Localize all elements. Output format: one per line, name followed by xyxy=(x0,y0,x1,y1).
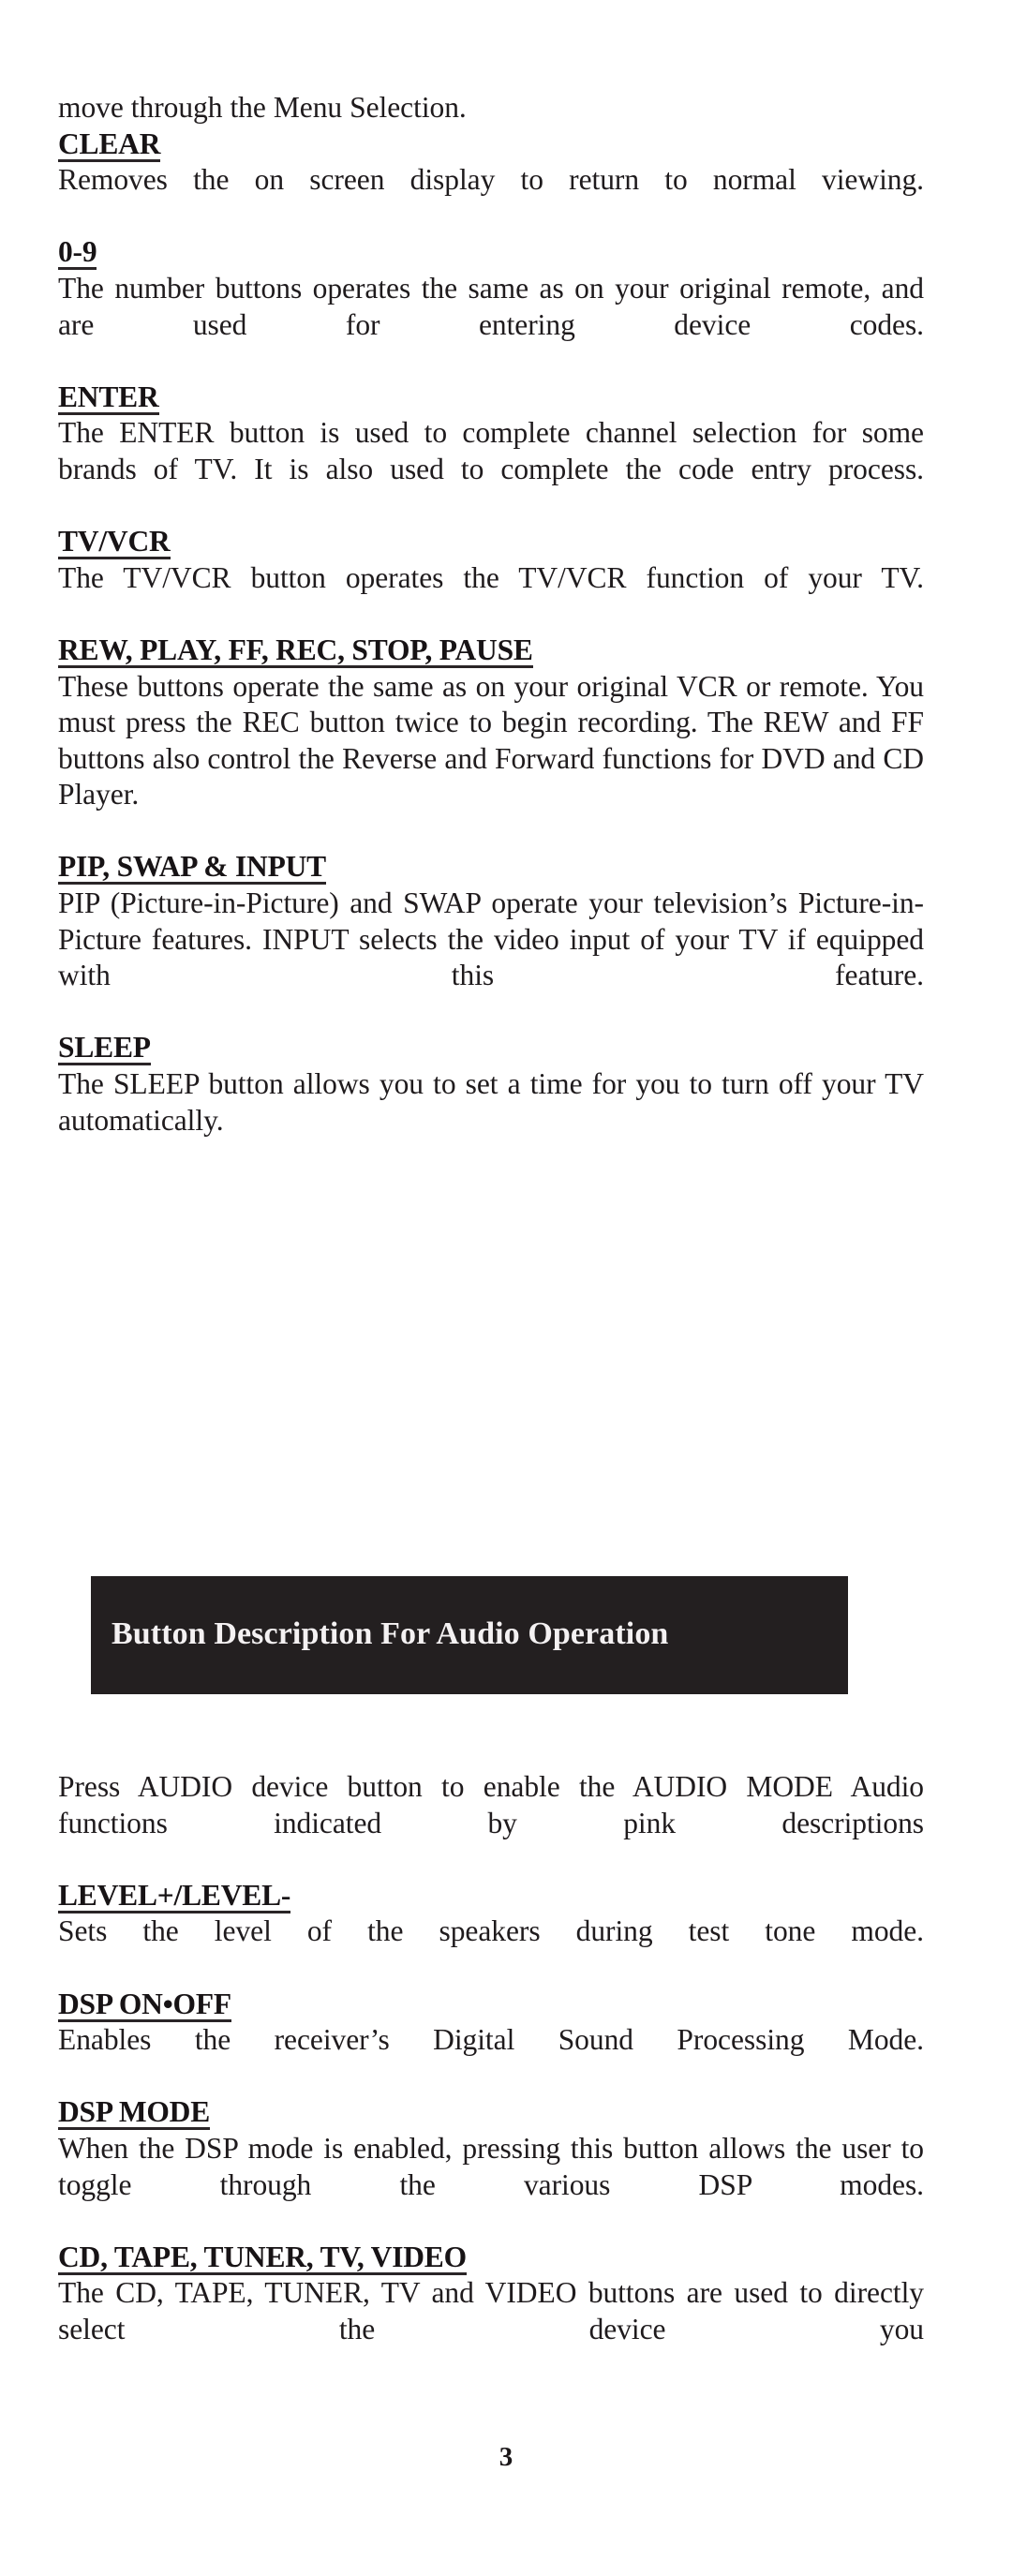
section-heading-device-buttons-label: CD, TAPE, TUNER, TV, VIDEO xyxy=(58,2240,467,2275)
section-heading-transport-buttons: REW, PLAY, FF, REC, STOP, PAUSE xyxy=(58,633,924,669)
section-heading-sleep-label: SLEEP xyxy=(58,1031,151,1066)
section-body-dsp-mode: When the DSP mode is enabled, pressing t… xyxy=(58,2131,924,2201)
section-body-sleep: The SLEEP button allows you to set a tim… xyxy=(58,1067,924,1137)
section-heading-tv-vcr-label: TV/VCR xyxy=(58,525,171,560)
section-heading-dsp-mode: DSP MODE xyxy=(58,2094,924,2131)
page-number: 3 xyxy=(499,2442,513,2472)
section-heading-device-buttons: CD, TAPE, TUNER, TV, VIDEO xyxy=(58,2240,924,2276)
section-body-clear: Removes the on screen display to return … xyxy=(58,163,924,197)
section-body-0-9: The number buttons operates the same as … xyxy=(58,271,924,341)
section-body-enter: The ENTER button is used to complete cha… xyxy=(58,416,924,485)
section-heading-level-label: LEVEL+/LEVEL- xyxy=(58,1878,291,1913)
section-heading-sleep: SLEEP xyxy=(58,1030,924,1066)
upper-text-column: move through the Menu Selection. CLEAR R… xyxy=(58,90,924,1175)
section-heading-enter: ENTER xyxy=(58,380,924,416)
section-heading-dsp-mode-label: DSP MODE xyxy=(58,2095,211,2131)
section-body-device-buttons: The CD, TAPE, TUNER, TV and VIDEO button… xyxy=(58,2276,924,2345)
audio-intro-paragraph: Press AUDIO device button to enable the … xyxy=(58,1770,924,1839)
section-body-level: Sets the level of the speakers during te… xyxy=(58,1914,924,1948)
section-body-transport-buttons: These buttons operate the same as on you… xyxy=(58,669,924,812)
section-body-tv-vcr: The TV/VCR button operates the TV/VCR fu… xyxy=(58,560,924,594)
section-heading-level: LEVEL+/LEVEL- xyxy=(58,1878,924,1914)
manual-page: move through the Menu Selection. CLEAR R… xyxy=(0,0,1012,2576)
audio-text-column: Press AUDIO device button to enable the … xyxy=(58,1769,924,2384)
section-heading-pip-swap-input-label: PIP, SWAP & INPUT xyxy=(58,850,326,886)
section-heading-pip-swap-input: PIP, SWAP & INPUT xyxy=(58,849,924,886)
section-heading-dsp-on-off-label: DSP ON•OFF xyxy=(58,1987,231,2022)
section-heading-transport-buttons-label: REW, PLAY, FF, REC, STOP, PAUSE xyxy=(58,633,533,668)
section-body-pip-swap-input: PIP (Picture-in-Picture) and SWAP operat… xyxy=(58,886,924,992)
section-heading-clear-label: CLEAR xyxy=(58,127,161,162)
audio-section-banner-title: Button Description For Audio Operation xyxy=(112,1616,669,1651)
section-heading-0-9: 0-9 xyxy=(58,234,924,271)
intro-continuation-paragraph: move through the Menu Selection. xyxy=(58,91,467,124)
section-heading-clear: CLEAR xyxy=(58,127,924,163)
audio-section-banner: Button Description For Audio Operation xyxy=(91,1576,848,1694)
section-heading-tv-vcr: TV/VCR xyxy=(58,524,924,560)
section-heading-enter-label: ENTER xyxy=(58,380,159,415)
section-heading-0-9-label: 0-9 xyxy=(58,235,97,271)
section-heading-dsp-on-off: DSP ON•OFF xyxy=(58,1987,924,2023)
section-body-dsp-on-off: Enables the receiver’s Digital Sound Pro… xyxy=(58,2023,924,2057)
